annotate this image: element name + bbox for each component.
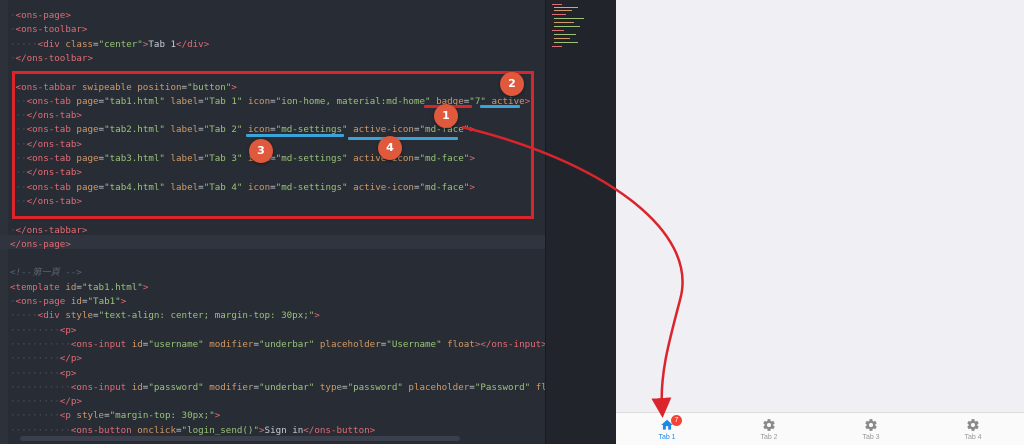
annotation-arrow: [461, 125, 684, 418]
